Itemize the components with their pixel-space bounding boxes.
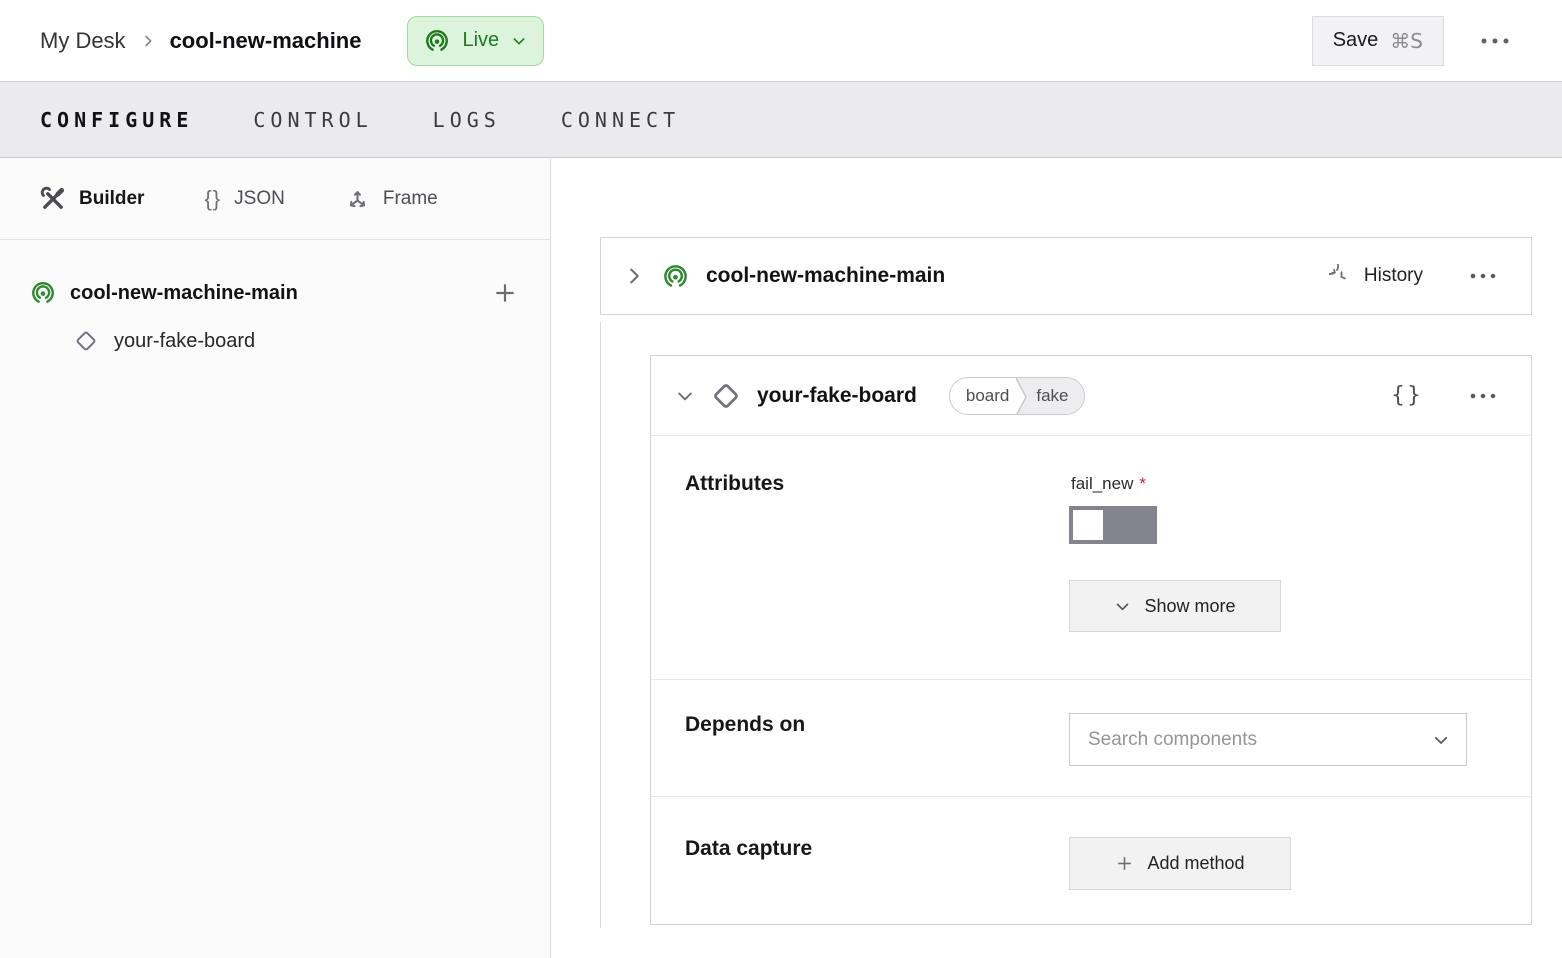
component-card-header: your-fake-board board fake {}	[651, 356, 1531, 436]
your-fake-board-card: your-fake-board board fake {} Attributes	[650, 355, 1532, 925]
badge-model-label: fake	[1036, 386, 1068, 406]
view-tab-frame[interactable]: Frame	[345, 187, 438, 212]
view-tab-builder[interactable]: Builder	[40, 186, 144, 212]
badge-type-segment: board	[950, 378, 1016, 414]
header-more-menu-button[interactable]	[1472, 29, 1518, 53]
tab-logs[interactable]: LOGS	[433, 108, 501, 132]
component-diamond-icon	[711, 381, 741, 411]
depends-on-section-label: Depends on	[685, 713, 1069, 796]
view-tab-frame-label: Frame	[383, 188, 438, 210]
ellipsis-icon	[1469, 272, 1497, 280]
tree-item-your-fake-board[interactable]: your-fake-board	[0, 318, 550, 364]
top-header: My Desk cool-new-machine Live Save ⌘S	[0, 0, 1562, 81]
plus-icon	[492, 280, 518, 306]
machine-signal-icon	[662, 263, 689, 290]
machine-main-card-title: cool-new-machine-main	[706, 264, 945, 288]
configure-sidebar: Builder {} JSON Frame	[0, 159, 551, 958]
breadcrumb-separator-icon	[140, 33, 156, 49]
machine-card-more-menu-button[interactable]	[1461, 264, 1505, 288]
fail-new-label-text: fail_new	[1071, 474, 1133, 493]
show-more-button-label: Show more	[1144, 596, 1235, 617]
history-button-label: History	[1364, 265, 1423, 287]
data-capture-section-label: Data capture	[685, 837, 1069, 926]
depends-on-section: Depends on	[651, 679, 1531, 796]
component-type-model-badge: board fake	[949, 377, 1086, 415]
ellipsis-icon	[1480, 37, 1510, 45]
toggle-knob	[1073, 510, 1103, 540]
breadcrumb-parent-link[interactable]: My Desk	[40, 28, 126, 54]
collapse-chevron-down-icon[interactable]	[675, 386, 695, 406]
builder-tools-icon	[40, 186, 66, 212]
component-diamond-icon	[74, 329, 98, 353]
edit-json-braces-button[interactable]: {}	[1391, 383, 1423, 408]
add-method-button-label: Add method	[1147, 853, 1244, 874]
tree-item-your-fake-board-label: your-fake-board	[114, 330, 255, 353]
breadcrumb: My Desk cool-new-machine	[40, 28, 361, 54]
tab-configure[interactable]: CONFIGURE	[40, 108, 193, 132]
badge-model-segment: fake	[1030, 378, 1084, 414]
chevron-down-icon	[1432, 731, 1450, 749]
machine-main-card: cool-new-machine-main History	[600, 237, 1532, 315]
view-tab-json[interactable]: {} JSON	[204, 186, 284, 212]
attributes-section: Attributes fail_new * Show more	[651, 436, 1531, 679]
chevron-down-icon	[511, 33, 527, 49]
tree-connector-line	[600, 322, 601, 928]
save-button[interactable]: Save ⌘S	[1312, 16, 1444, 66]
plus-icon	[1115, 854, 1134, 873]
component-card-more-menu-button[interactable]	[1461, 384, 1505, 408]
frame-axes-icon	[345, 187, 370, 212]
tab-control[interactable]: CONTROL	[253, 108, 372, 132]
required-asterisk: *	[1139, 474, 1146, 493]
attributes-section-label: Attributes	[685, 472, 1069, 679]
main-tab-bar: CONFIGURE CONTROL LOGS CONNECT	[0, 81, 1562, 158]
ellipsis-icon	[1469, 392, 1497, 400]
chevron-down-icon	[1114, 598, 1131, 615]
save-button-label: Save	[1333, 29, 1379, 52]
depends-on-select[interactable]	[1069, 713, 1467, 766]
view-tab-builder-label: Builder	[79, 188, 144, 210]
component-card-title: your-fake-board	[757, 384, 917, 408]
fail-new-field-label: fail_new *	[1071, 474, 1146, 494]
breadcrumb-current: cool-new-machine	[170, 28, 362, 54]
search-components-input[interactable]	[1088, 729, 1432, 751]
badge-type-label: board	[966, 386, 1009, 406]
fail-new-toggle[interactable]	[1069, 506, 1157, 544]
tree-item-machine-main[interactable]: cool-new-machine-main	[0, 268, 550, 318]
live-signal-icon	[424, 28, 450, 54]
save-shortcut-hint: ⌘S	[1390, 29, 1423, 53]
tab-connect[interactable]: CONNECT	[561, 108, 680, 132]
machine-status-dropdown[interactable]: Live	[407, 16, 544, 66]
add-method-button[interactable]: Add method	[1069, 837, 1291, 890]
view-tab-json-label: JSON	[234, 188, 285, 210]
machine-signal-icon	[30, 280, 56, 306]
history-clock-icon	[1329, 264, 1353, 288]
braces-icon: {}	[204, 186, 221, 212]
badge-divider-chevron	[1016, 378, 1030, 415]
data-capture-section: Data capture Add method	[651, 796, 1531, 926]
machine-part-tree: cool-new-machine-main your-fake-board	[0, 240, 550, 364]
history-button[interactable]: History	[1329, 264, 1423, 288]
expand-chevron-right-icon[interactable]	[623, 265, 645, 287]
sidebar-view-tabs: Builder {} JSON Frame	[0, 159, 550, 240]
tree-item-machine-main-label: cool-new-machine-main	[70, 282, 298, 305]
live-status-label: Live	[462, 29, 499, 52]
add-component-button[interactable]	[490, 278, 520, 308]
show-more-button[interactable]: Show more	[1069, 580, 1281, 632]
